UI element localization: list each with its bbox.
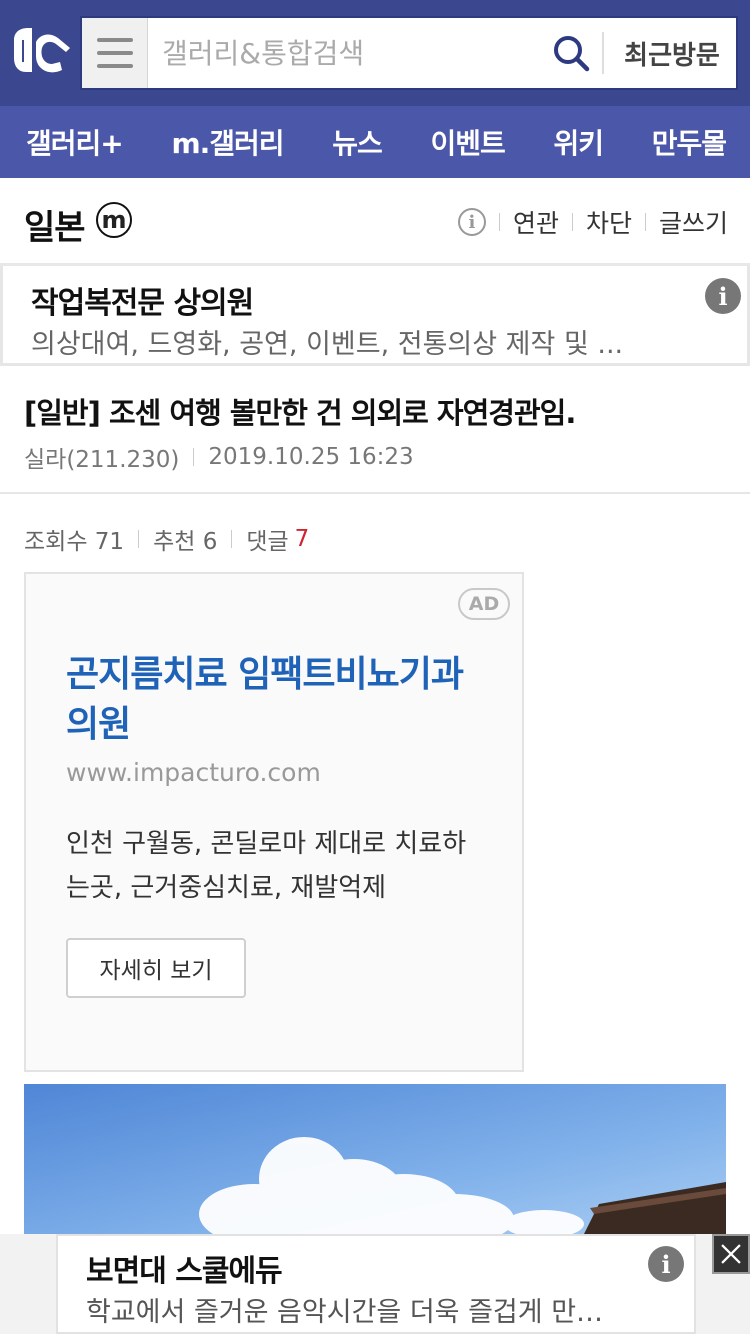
search-icon[interactable] [552,34,590,72]
hamburger-icon [96,38,133,42]
gallery-title[interactable]: 일본 [24,200,86,249]
post-date: 2019.10.25 16:23 [208,444,414,470]
bottom-ad-title[interactable]: 보면대 스쿨에듀 [86,1246,283,1290]
post-image[interactable] [24,1084,726,1234]
write-link[interactable]: 글쓰기 [659,204,728,240]
comment-count[interactable]: 7 [295,526,310,552]
top-ad-description[interactable]: 의상대여, 드영화, 공연, 이벤트, 전통의상 제작 및 ... [31,322,671,361]
app-header: 최근방문 [0,0,750,106]
post-title: [일반] 조센 여행 볼만한 건 의외로 자연경관임. [24,396,576,430]
search-divider [602,32,604,74]
recommend-count: 추천 6 [153,529,218,555]
top-ad-banner[interactable]: 작업복전문 상의원 의상대여, 드영화, 공연, 이벤트, 전통의상 제작 및 … [0,266,750,366]
nav-item-wiki[interactable]: 위키 [553,122,604,162]
comment-label[interactable]: 댓글 [246,522,288,556]
gallery-bar: 일본 m i 연관 차단 글쓰기 [0,178,750,266]
ad-info-icon[interactable]: i [705,278,741,314]
menu-button[interactable] [82,18,148,88]
block-link[interactable]: 차단 [586,204,632,240]
nav-item-news[interactable]: 뉴스 [332,122,383,162]
nav-item-mandu-mall[interactable]: 만두몰 [652,122,727,162]
ad-details-button[interactable]: 자세히 보기 [66,938,246,998]
post-stats: 조회수 71 추천 6 댓글 7 [24,522,309,556]
ad-card-description[interactable]: 인천 구월동, 콘딜로마 제대로 치료하는곳, 근거중심치료, 재발억제 [66,822,486,910]
gallery-actions: i 연관 차단 글쓰기 [457,204,728,240]
nav-item-event[interactable]: 이벤트 [430,122,505,162]
ad-card[interactable]: AD 곤지름치료 임팩트비뇨기과의원 www.impacturo.com 인천 … [24,572,524,1072]
ad-card-title[interactable]: 곤지름치료 임팩트비뇨기과의원 [66,650,486,750]
top-ad-title[interactable]: 작업복전문 상의원 [31,278,254,322]
recent-visits-button[interactable]: 최근방문 [616,32,728,74]
post-author[interactable]: 실라(211.230) [24,440,179,474]
search-box: 최근방문 [80,16,738,90]
bottom-ad-info-icon[interactable]: i [648,1246,684,1282]
post-meta: 실라(211.230) 2019.10.25 16:23 [24,440,414,474]
minor-gallery-badge: m [96,202,132,238]
nav-item-m-gallery[interactable]: m.갤러리 [171,122,284,162]
bottom-ad-description[interactable]: 학교에서 즐거운 음악시간을 더욱 즐겁게 만들어 드립니다 [86,1290,626,1329]
dc-logo-icon[interactable] [10,22,76,82]
nav-item-gallery-plus[interactable]: 갤러리+ [26,122,124,162]
post-header: [일반] 조센 여행 볼만한 건 의외로 자연경관임. 실라(211.230) … [0,366,750,494]
bottom-ad[interactable]: 보면대 스쿨에듀 학교에서 즐거운 음악시간을 더욱 즐겁게 만들어 드립니다 … [56,1234,696,1334]
view-count: 조회수 71 [24,529,125,555]
ad-badge: AD [458,588,510,620]
bottom-ad-banner: 보면대 스쿨에듀 학교에서 즐거운 음악시간을 더욱 즐겁게 만들어 드립니다 … [0,1234,750,1334]
info-icon[interactable]: i [457,208,486,236]
search-input[interactable] [162,32,542,74]
related-link[interactable]: 연관 [513,204,559,240]
ad-card-url[interactable]: www.impacturo.com [66,758,321,787]
main-nav: 갤러리+ m.갤러리 뉴스 이벤트 위키 만두몰 [0,106,750,178]
close-icon[interactable] [712,1234,750,1274]
